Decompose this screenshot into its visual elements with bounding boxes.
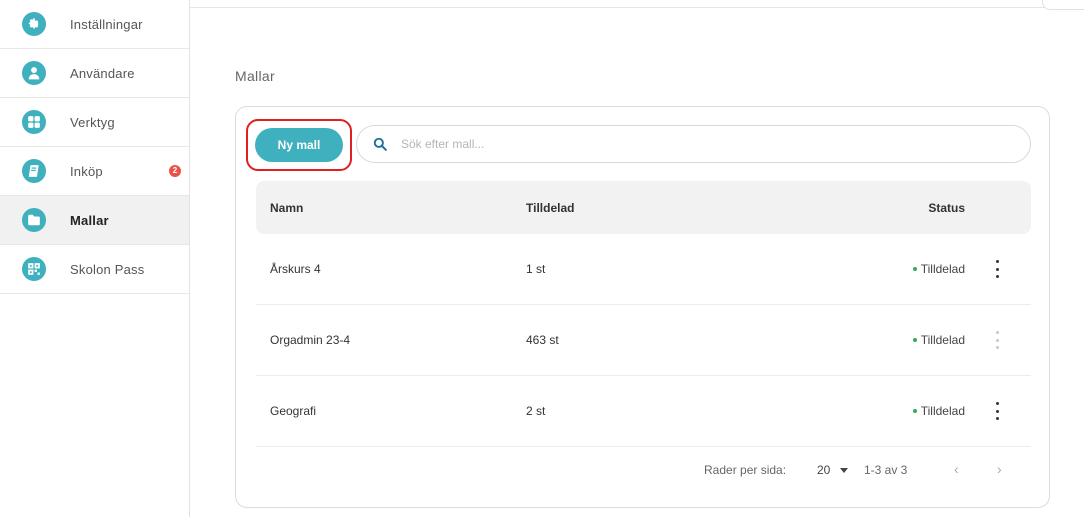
sidebar: Inställningar Användare Verktyg Inköp 2 … [0,0,190,517]
sidebar-item-skolon-pass[interactable]: Skolon Pass [0,245,189,294]
gear-icon [22,12,46,36]
qr-code-icon [22,257,46,281]
sidebar-item-label: Mallar [70,212,109,228]
search-box[interactable] [356,125,1031,163]
rows-per-page-label: Rader per sida: [704,463,787,477]
column-header-status[interactable]: Status [928,201,965,215]
sidebar-item-mallar[interactable]: Mallar [0,196,189,245]
highlight-outline: Ny mall [246,119,352,171]
folder-icon [22,208,46,232]
search-icon [373,137,387,151]
more-options-icon[interactable] [993,331,1001,349]
sidebar-item-label: Inköp [70,163,103,179]
status-label: Tilldelad [920,262,965,276]
sidebar-item-label: Användare [70,65,135,81]
tools-grid-icon [22,110,46,134]
chevron-left-icon[interactable]: ‹ [954,461,959,477]
status-badge: Tilldelad [912,404,965,418]
status-badge: Tilldelad [912,333,965,347]
more-options-icon[interactable] [993,260,1001,278]
chevron-right-icon[interactable]: › [997,461,1002,477]
pagination: Rader per sida: 20 1-3 av 3 ‹ › [236,459,1051,483]
sidebar-item-verktyg[interactable]: Verktyg [0,98,189,147]
book-icon [22,159,46,183]
row-tilldelad: 2 st [526,404,546,418]
top-right-corner-tab [1042,0,1084,10]
status-dot-icon [912,266,917,271]
status-badge: Tilldelad [912,262,965,276]
row-tilldelad: 1 st [526,262,546,276]
sidebar-item-label: Verktyg [70,114,115,130]
column-header-name[interactable]: Namn [270,201,303,215]
status-dot-icon [912,408,917,413]
templates-card: Ny mall Namn Tilldelad Status Årskurs 4 … [235,106,1050,508]
page-range: 1-3 av 3 [864,463,908,477]
sidebar-item-inkop[interactable]: Inköp 2 [0,147,189,196]
new-template-button[interactable]: Ny mall [255,128,343,162]
column-header-tilldelad[interactable]: Tilldelad [526,201,574,215]
row-tilldelad: 463 st [526,333,559,347]
row-name: Orgadmin 23-4 [270,333,351,347]
more-options-icon[interactable] [993,402,1001,420]
table-row[interactable]: Årskurs 4 1 st Tilldelad [256,234,1031,305]
notification-badge: 2 [169,165,181,177]
sidebar-item-label: Skolon Pass [70,261,145,277]
sidebar-item-installningar[interactable]: Inställningar [0,0,189,49]
row-name: Geografi [270,404,317,418]
table-row[interactable]: Orgadmin 23-4 463 st Tilldelad [256,305,1031,376]
table-row[interactable]: Geografi 2 st Tilldelad [256,376,1031,447]
caret-down-icon[interactable] [840,468,848,473]
table-header: Namn Tilldelad Status [256,181,1031,234]
top-bar [190,0,1084,10]
status-dot-icon [912,337,917,342]
search-input[interactable] [401,137,1001,151]
status-label: Tilldelad [920,333,965,347]
sidebar-item-label: Inställningar [70,16,143,32]
rows-per-page-select[interactable]: 20 [817,463,830,477]
status-label: Tilldelad [920,404,965,418]
user-icon [22,61,46,85]
page-title: Mallar [235,68,275,84]
sidebar-item-anvandare[interactable]: Användare [0,49,189,98]
row-name: Årskurs 4 [270,262,321,276]
